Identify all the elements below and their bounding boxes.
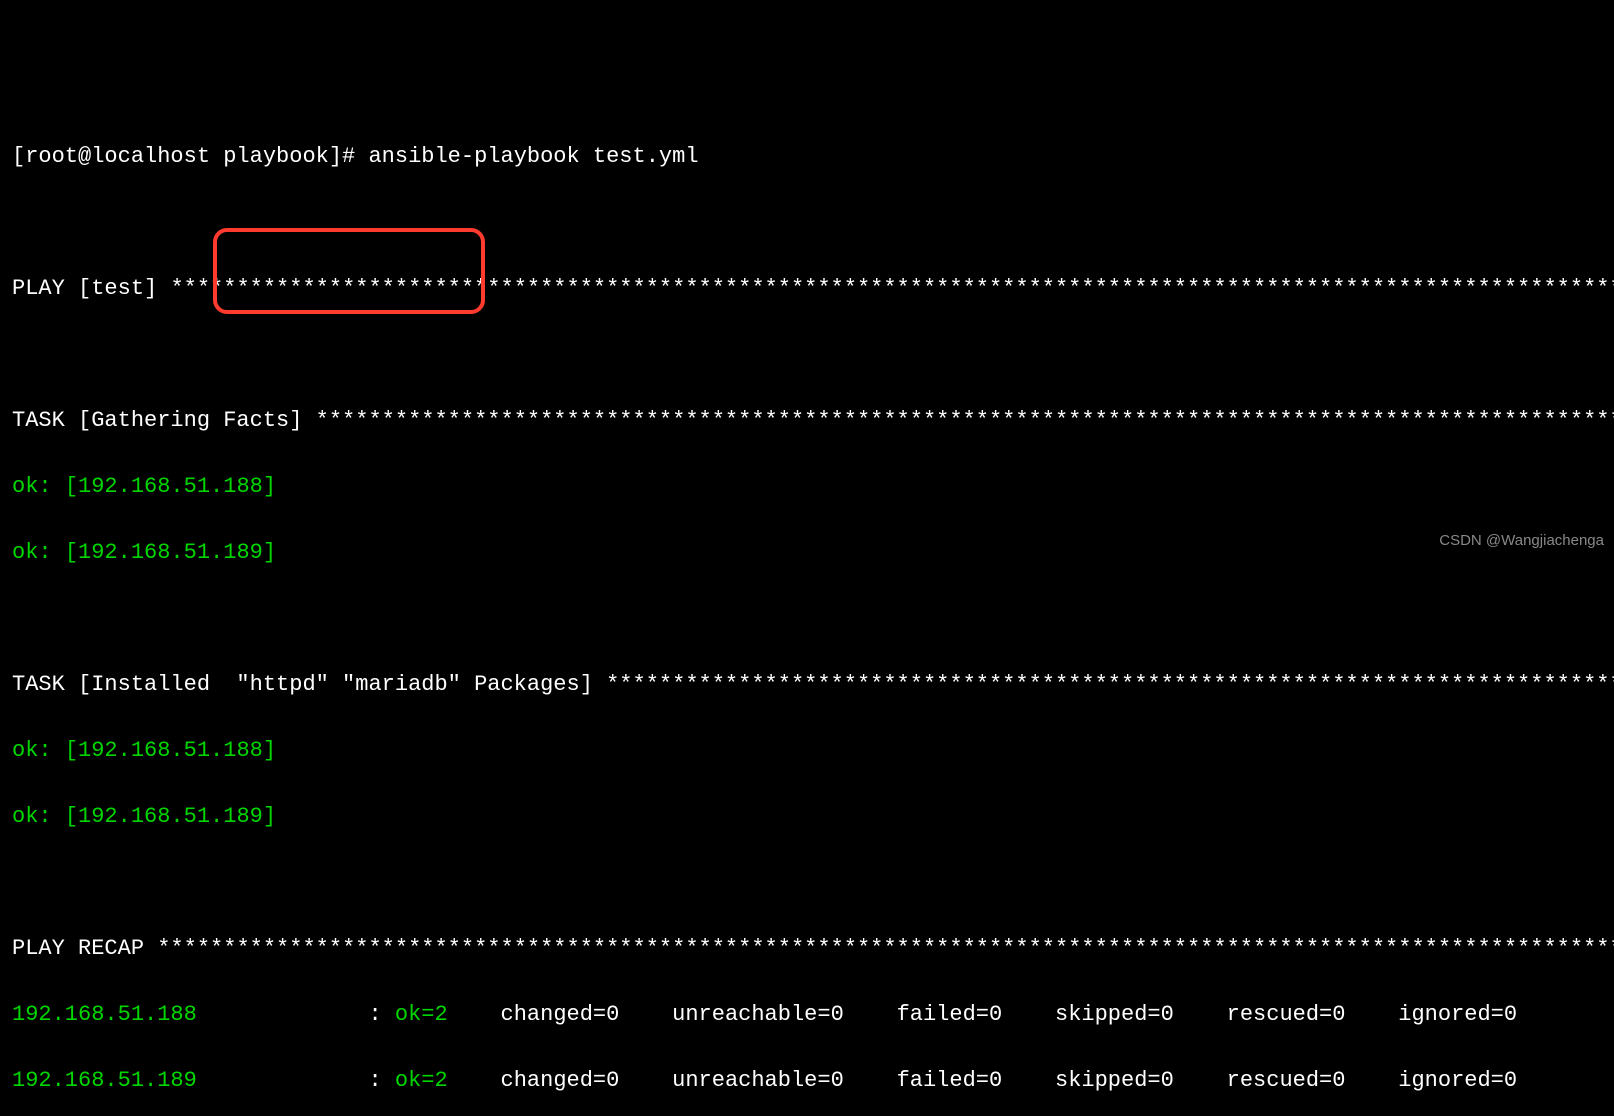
ok-status: ok: [12, 474, 65, 499]
watermark-text: CSDN @Wangjiachenga [1439, 530, 1604, 553]
blank-line [12, 866, 1602, 899]
ok-status: ok: [12, 738, 65, 763]
command-text: ansible-playbook test.yml [368, 144, 698, 169]
play-stars: ****************************************… [170, 276, 1614, 301]
gathering-result-1: ok: [192.168.51.188] [12, 470, 1602, 503]
ok-status: ok: [12, 804, 65, 829]
task-install-header: TASK [Installed "httpd" "mariadb" Packag… [12, 668, 1602, 701]
host-label: [192.168.51.189] [65, 804, 276, 829]
recap-label: PLAY RECAP [12, 936, 157, 961]
recap-header: PLAY RECAP *****************************… [12, 932, 1602, 965]
task-gathering-header: TASK [Gathering Facts] *****************… [12, 404, 1602, 437]
terminal-prompt-line: [root@localhost playbook]# ansible-playb… [12, 140, 1602, 173]
recap-colon: : [197, 1068, 395, 1093]
task-install-suffix: Packages] [474, 672, 606, 697]
play-header: PLAY [test] ****************************… [12, 272, 1602, 305]
blank-line [12, 602, 1602, 635]
task-install-prefix: TASK [Installed [12, 672, 223, 697]
blank-line [12, 206, 1602, 239]
prompt-user-host: [root@localhost playbook]# [12, 144, 355, 169]
recap-stars: ****************************************… [157, 936, 1614, 961]
task-gathering-label: TASK [Gathering Facts] [12, 408, 316, 433]
recap-rest: changed=0 unreachable=0 failed=0 skipped… [448, 1068, 1517, 1093]
recap-row-2: 192.168.51.189 : ok=2 changed=0 unreacha… [12, 1064, 1602, 1097]
host-label: [192.168.51.189] [65, 540, 276, 565]
install-result-1: ok: [192.168.51.188] [12, 734, 1602, 767]
host-label: [192.168.51.188] [65, 474, 276, 499]
gathering-result-2: ok: [192.168.51.189] [12, 536, 1602, 569]
ok-status: ok: [12, 540, 65, 565]
recap-ok: ok=2 [395, 1068, 448, 1093]
blank-line [12, 338, 1602, 371]
recap-colon: : [197, 1002, 395, 1027]
recap-ok: ok=2 [395, 1002, 448, 1027]
recap-rest: changed=0 unreachable=0 failed=0 skipped… [448, 1002, 1517, 1027]
recap-host: 192.168.51.188 [12, 1002, 197, 1027]
task-install-highlight: "httpd" "mariadb" [223, 672, 474, 697]
recap-host: 192.168.51.189 [12, 1068, 197, 1093]
task-gathering-stars: ****************************************… [316, 408, 1614, 433]
recap-row-1: 192.168.51.188 : ok=2 changed=0 unreacha… [12, 998, 1602, 1031]
task-install-stars: ****************************************… [606, 672, 1614, 697]
install-result-2: ok: [192.168.51.189] [12, 800, 1602, 833]
play-label: PLAY [test] [12, 276, 170, 301]
host-label: [192.168.51.188] [65, 738, 276, 763]
